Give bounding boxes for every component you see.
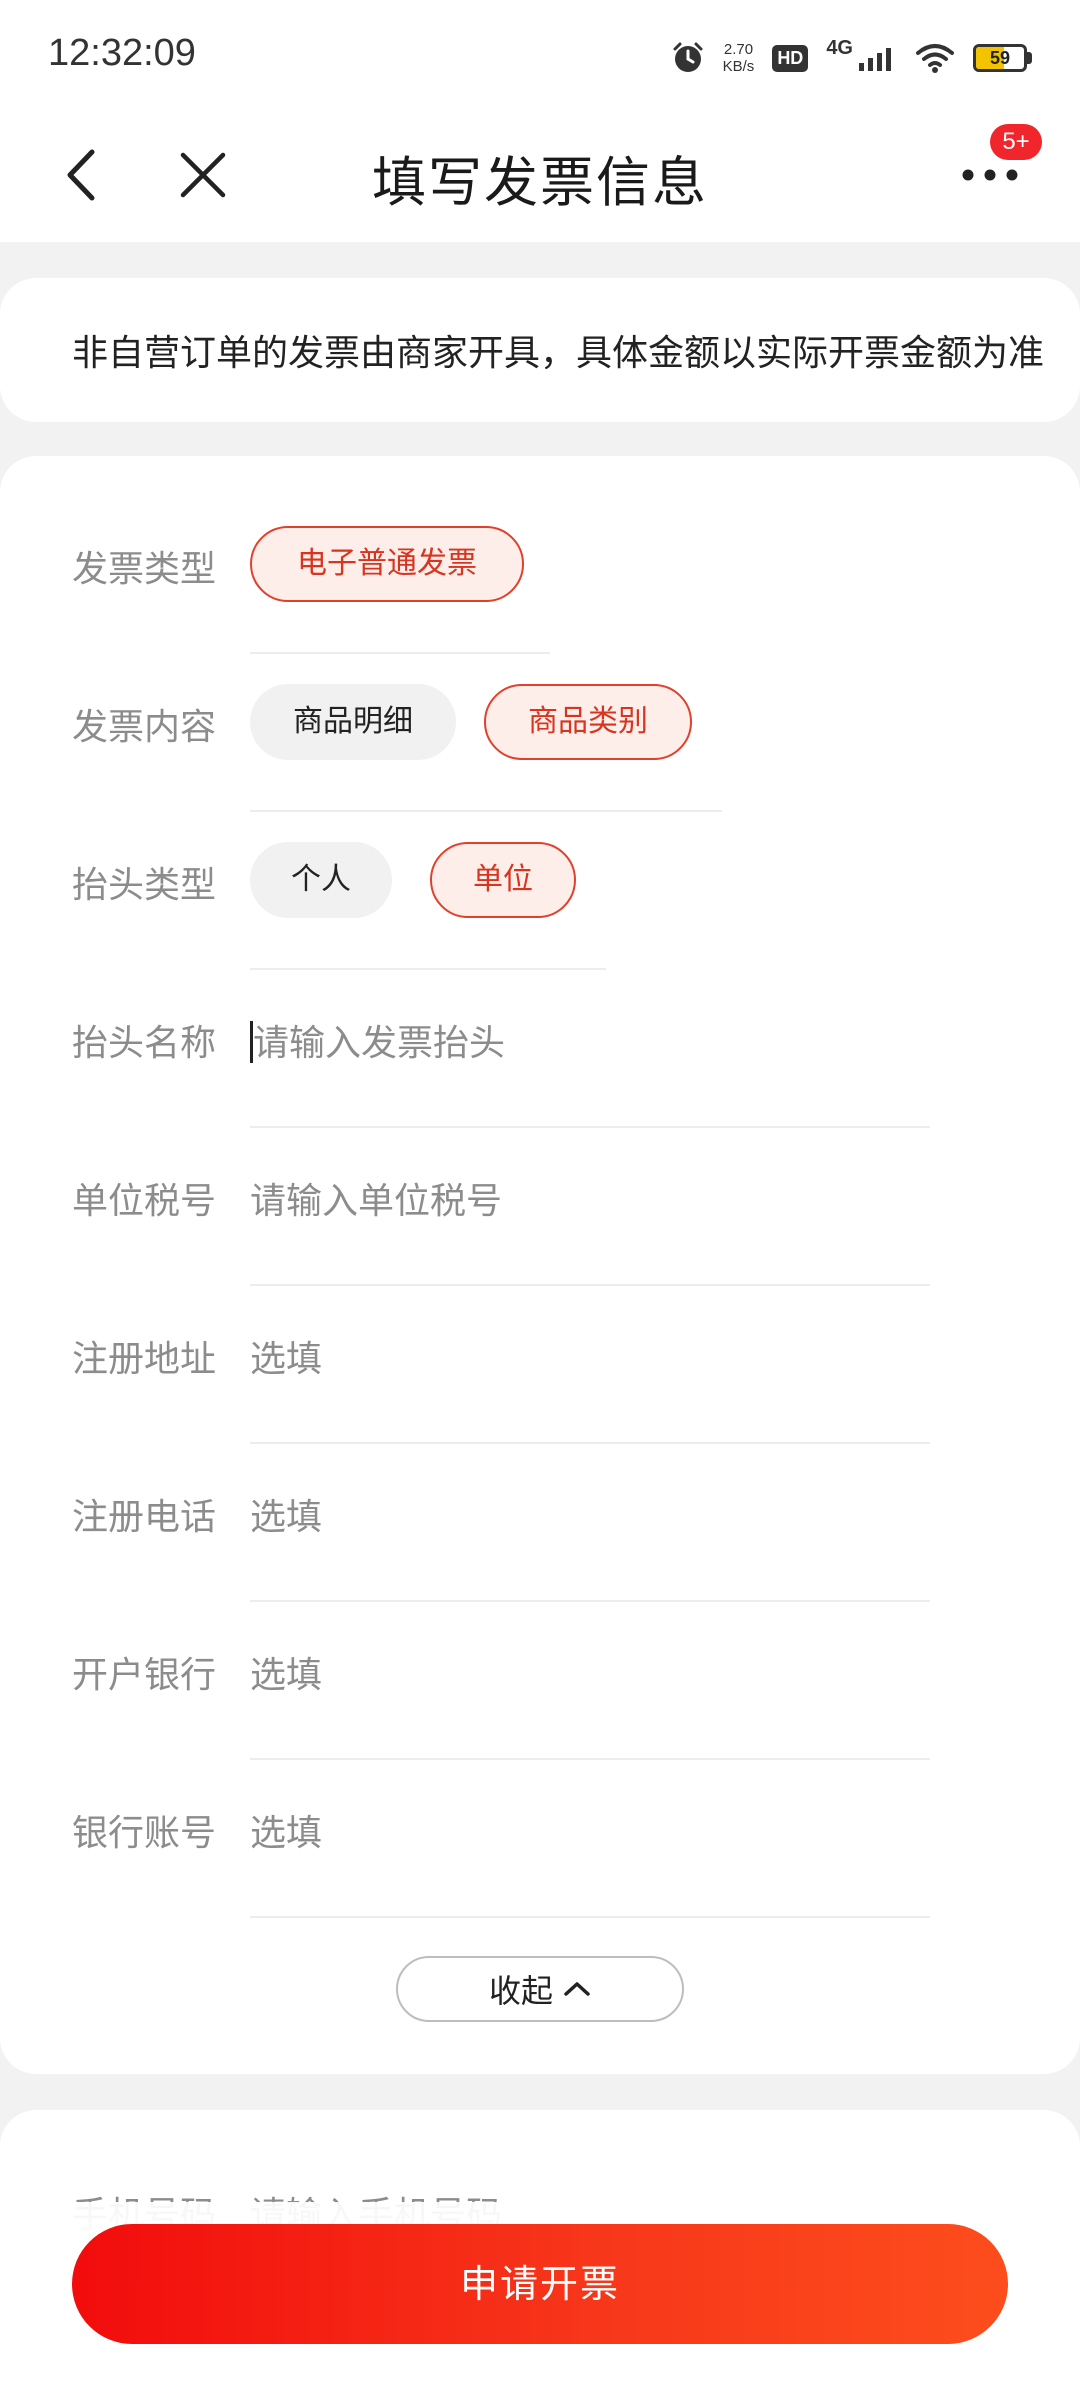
notice-text: 非自营订单的发票由商家开具，具体金额以实际开票金额为准 bbox=[72, 333, 1045, 374]
row-invoice-content: 发票内容 商品明细 商品类别 bbox=[0, 654, 1080, 812]
chip-company[interactable]: 单位 bbox=[430, 842, 576, 918]
battery-percent: 59 bbox=[989, 47, 1011, 68]
network-speed: 2.70 KB/s bbox=[723, 41, 755, 75]
row-header-name: 抬头名称 请输入发票抬头 bbox=[0, 970, 1080, 1128]
tax-id-label: 单位税号 bbox=[72, 1181, 217, 1222]
battery-cap bbox=[1027, 52, 1032, 64]
wifi-icon bbox=[915, 42, 955, 74]
row-invoice-type: 发票类型 电子普通发票 bbox=[0, 496, 1080, 654]
reg-phone-input[interactable]: 选填 bbox=[250, 1488, 322, 1540]
text-cursor bbox=[250, 1021, 253, 1063]
page-title: 填写发票信息 bbox=[372, 151, 708, 214]
row-reg-phone: 注册电话 选填 bbox=[0, 1444, 1080, 1602]
divider bbox=[250, 1916, 930, 1918]
row-bank-account: 银行账号 选填 bbox=[0, 1760, 1080, 1918]
speed-unit: KB/s bbox=[722, 58, 755, 75]
header-type-label: 抬头类型 bbox=[72, 865, 217, 906]
battery-icon: 59 bbox=[973, 44, 1027, 72]
collapse-label: 收起 bbox=[488, 1972, 553, 2010]
chip-personal[interactable]: 个人 bbox=[250, 842, 392, 918]
battery: 59 bbox=[973, 44, 1032, 72]
apply-invoice-button[interactable]: 申请开票 bbox=[72, 2224, 1008, 2344]
speed-value: 2.70 bbox=[723, 41, 754, 58]
invoice-type-label: 发票类型 bbox=[72, 549, 217, 590]
chip-item-category[interactable]: 商品类别 bbox=[484, 684, 692, 760]
header-name-input[interactable]: 请输入发票抬头 bbox=[250, 1014, 505, 1066]
header-name-label: 抬头名称 bbox=[72, 1023, 217, 1064]
alarm-icon bbox=[671, 41, 705, 75]
hd-icon: HD bbox=[772, 44, 809, 72]
collapse-button[interactable]: 收起 bbox=[396, 1956, 684, 2022]
reg-address-label: 注册地址 bbox=[72, 1339, 217, 1380]
invoice-content-label: 发票内容 bbox=[72, 707, 217, 748]
tax-id-input[interactable]: 请输入单位税号 bbox=[250, 1172, 502, 1224]
bank-input[interactable]: 选填 bbox=[250, 1646, 322, 1698]
status-time: 12:32:09 bbox=[48, 32, 196, 74]
bank-label: 开户银行 bbox=[72, 1655, 217, 1696]
more-dots-icon bbox=[962, 169, 1018, 181]
network-type: 4G bbox=[826, 36, 853, 59]
row-tax-id: 单位税号 请输入单位税号 bbox=[0, 1128, 1080, 1286]
bank-account-input[interactable]: 选填 bbox=[250, 1804, 322, 1856]
status-bar: 12:32:09 2.70 KB/s HD 4G 59 bbox=[0, 0, 1080, 110]
row-bank: 开户银行 选填 bbox=[0, 1602, 1080, 1760]
chevron-up-icon bbox=[564, 1982, 590, 1996]
chip-item-detail[interactable]: 商品明细 bbox=[250, 684, 456, 760]
row-reg-address: 注册地址 选填 bbox=[0, 1286, 1080, 1444]
notice-card: 非自营订单的发票由商家开具，具体金额以实际开票金额为准 bbox=[0, 278, 1080, 422]
row-header-type: 抬头类型 个人 单位 bbox=[0, 812, 1080, 970]
header-name-placeholder: 请输入发票抬头 bbox=[253, 1023, 506, 1064]
message-count-badge: 5+ bbox=[990, 124, 1042, 160]
invoice-form: 发票类型 电子普通发票 发票内容 商品明细 商品类别 抬头类型 个人 单位 抬头… bbox=[0, 456, 1080, 2074]
reg-phone-label: 注册电话 bbox=[72, 1497, 217, 1538]
bank-account-label: 银行账号 bbox=[72, 1813, 217, 1854]
reg-address-input[interactable]: 选填 bbox=[250, 1330, 322, 1382]
nav-bar: 填写发票信息 5+ bbox=[0, 110, 1080, 242]
status-icons: 2.70 KB/s HD 4G 59 bbox=[671, 36, 1032, 80]
chip-electronic-invoice[interactable]: 电子普通发票 bbox=[250, 526, 524, 602]
signal-icon bbox=[857, 43, 897, 73]
